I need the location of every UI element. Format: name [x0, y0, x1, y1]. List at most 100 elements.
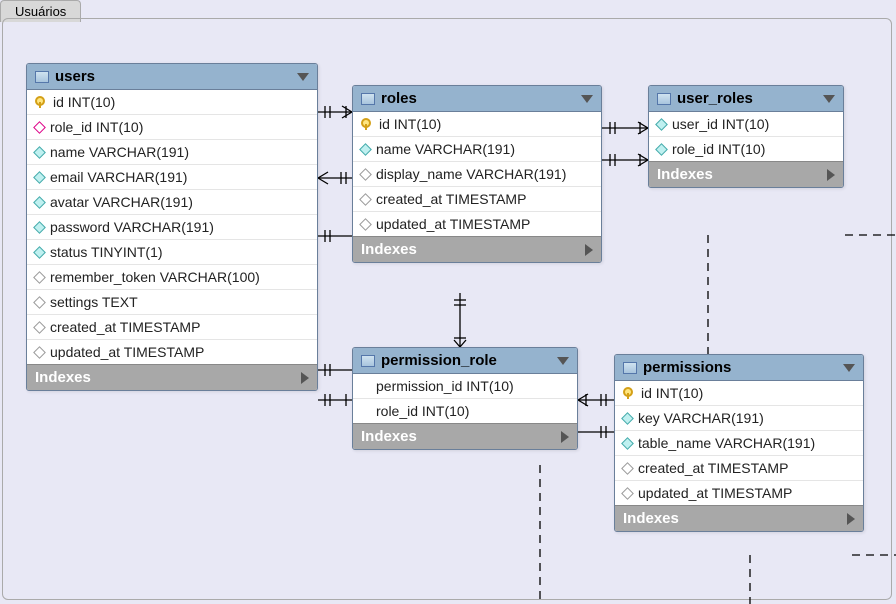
column-row[interactable]: settings TEXT	[27, 290, 317, 315]
column-type-icon	[33, 121, 46, 134]
column-row[interactable]: updated_at TIMESTAMP	[27, 340, 317, 364]
column-row[interactable]: created_at TIMESTAMP	[615, 456, 863, 481]
column-row[interactable]: status TINYINT(1)	[27, 240, 317, 265]
column-text: created_at TIMESTAMP	[376, 191, 526, 207]
table-header[interactable]: user_roles	[649, 86, 843, 112]
indexes-footer[interactable]: Indexes	[649, 161, 843, 187]
column-row[interactable]: remember_token VARCHAR(100)	[27, 265, 317, 290]
primary-key-icon	[623, 387, 635, 399]
column-text: user_id INT(10)	[672, 116, 769, 132]
column-row[interactable]: user_id INT(10)	[649, 112, 843, 137]
expand-icon[interactable]	[561, 431, 569, 443]
column-row[interactable]: created_at TIMESTAMP	[27, 315, 317, 340]
column-type-icon	[621, 487, 634, 500]
table-title: user_roles	[677, 90, 753, 107]
column-row[interactable]: key VARCHAR(191)	[615, 406, 863, 431]
column-type-icon	[359, 218, 372, 231]
column-row[interactable]: id INT(10)	[27, 90, 317, 115]
column-text: password VARCHAR(191)	[50, 219, 214, 235]
column-text: table_name VARCHAR(191)	[638, 435, 815, 451]
expand-icon[interactable]	[847, 513, 855, 525]
column-row[interactable]: email VARCHAR(191)	[27, 165, 317, 190]
table-title: permissions	[643, 359, 731, 376]
indexes-footer[interactable]: Indexes	[353, 423, 577, 449]
column-row[interactable]: updated_at TIMESTAMP	[353, 212, 601, 236]
column-text: created_at TIMESTAMP	[638, 460, 788, 476]
table-users[interactable]: users id INT(10) role_id INT(10) name VARC…	[26, 63, 318, 391]
column-type-icon	[359, 168, 372, 181]
column-text: role_id INT(10)	[50, 119, 143, 135]
column-row[interactable]: role_id INT(10)	[27, 115, 317, 140]
table-permission-role[interactable]: permission_role permission_id INT(10) rol…	[352, 347, 578, 450]
column-type-icon	[33, 321, 46, 334]
column-type-icon	[359, 143, 372, 156]
column-row[interactable]: password VARCHAR(191)	[27, 215, 317, 240]
columns: id INT(10) role_id INT(10) name VARCHAR(19…	[27, 90, 317, 364]
column-type-icon	[33, 221, 46, 234]
columns: user_id INT(10) role_id INT(10)	[649, 112, 843, 161]
column-row[interactable]: display_name VARCHAR(191)	[353, 162, 601, 187]
column-type-icon	[33, 146, 46, 159]
expand-icon[interactable]	[827, 169, 835, 181]
indexes-footer[interactable]: Indexes	[615, 505, 863, 531]
column-type-icon	[621, 462, 634, 475]
column-type-icon	[621, 412, 634, 425]
table-header[interactable]: roles	[353, 86, 601, 112]
column-text: id INT(10)	[53, 94, 115, 110]
indexes-footer[interactable]: Indexes	[27, 364, 317, 390]
table-header[interactable]: permission_role	[353, 348, 577, 374]
column-row[interactable]: created_at TIMESTAMP	[353, 187, 601, 212]
column-type-icon	[655, 143, 668, 156]
column-row[interactable]: role_id INT(10)	[649, 137, 843, 161]
column-row[interactable]: name VARCHAR(191)	[353, 137, 601, 162]
table-user-roles[interactable]: user_roles user_id INT(10) role_id INT(10…	[648, 85, 844, 188]
column-text: role_id INT(10)	[672, 141, 765, 157]
indexes-label: Indexes	[35, 369, 91, 386]
indexes-label: Indexes	[623, 510, 679, 527]
column-row[interactable]: role_id INT(10)	[353, 399, 577, 423]
column-row[interactable]: id INT(10)	[615, 381, 863, 406]
expand-icon[interactable]	[301, 372, 309, 384]
collapse-icon[interactable]	[557, 357, 569, 365]
column-row[interactable]: updated_at TIMESTAMP	[615, 481, 863, 505]
column-text: updated_at TIMESTAMP	[376, 216, 530, 232]
column-text: name VARCHAR(191)	[376, 141, 515, 157]
table-icon	[35, 71, 49, 83]
column-type-icon	[33, 271, 46, 284]
column-type-icon	[33, 346, 46, 359]
table-header[interactable]: users	[27, 64, 317, 90]
column-row[interactable]: name VARCHAR(191)	[27, 140, 317, 165]
table-icon	[361, 355, 375, 367]
collapse-icon[interactable]	[843, 364, 855, 372]
table-title: users	[55, 68, 95, 85]
columns: id INT(10) name VARCHAR(191) display_name …	[353, 112, 601, 236]
collapse-icon[interactable]	[823, 95, 835, 103]
column-text: role_id INT(10)	[376, 403, 469, 419]
collapse-icon[interactable]	[297, 73, 309, 81]
column-row[interactable]: avatar VARCHAR(191)	[27, 190, 317, 215]
column-type-icon	[621, 437, 634, 450]
column-text: name VARCHAR(191)	[50, 144, 189, 160]
primary-key-icon	[361, 118, 373, 130]
table-icon	[361, 93, 375, 105]
columns: permission_id INT(10) role_id INT(10)	[353, 374, 577, 423]
indexes-footer[interactable]: Indexes	[353, 236, 601, 262]
table-icon	[623, 362, 637, 374]
column-row[interactable]: permission_id INT(10)	[353, 374, 577, 399]
column-text: permission_id INT(10)	[376, 378, 514, 394]
column-row[interactable]: table_name VARCHAR(191)	[615, 431, 863, 456]
column-row[interactable]: id INT(10)	[353, 112, 601, 137]
expand-icon[interactable]	[585, 244, 593, 256]
table-title: permission_role	[381, 352, 497, 369]
columns: id INT(10)key VARCHAR(191) table_name VAR…	[615, 381, 863, 505]
indexes-label: Indexes	[657, 166, 713, 183]
table-icon	[657, 93, 671, 105]
indexes-label: Indexes	[361, 241, 417, 258]
collapse-icon[interactable]	[581, 95, 593, 103]
table-header[interactable]: permissions	[615, 355, 863, 381]
column-text: created_at TIMESTAMP	[50, 319, 200, 335]
column-text: avatar VARCHAR(191)	[50, 194, 193, 210]
column-text: display_name VARCHAR(191)	[376, 166, 566, 182]
table-permissions[interactable]: permissions id INT(10)key VARCHAR(191) ta…	[614, 354, 864, 532]
table-roles[interactable]: roles id INT(10) name VARCHAR(191) display…	[352, 85, 602, 263]
